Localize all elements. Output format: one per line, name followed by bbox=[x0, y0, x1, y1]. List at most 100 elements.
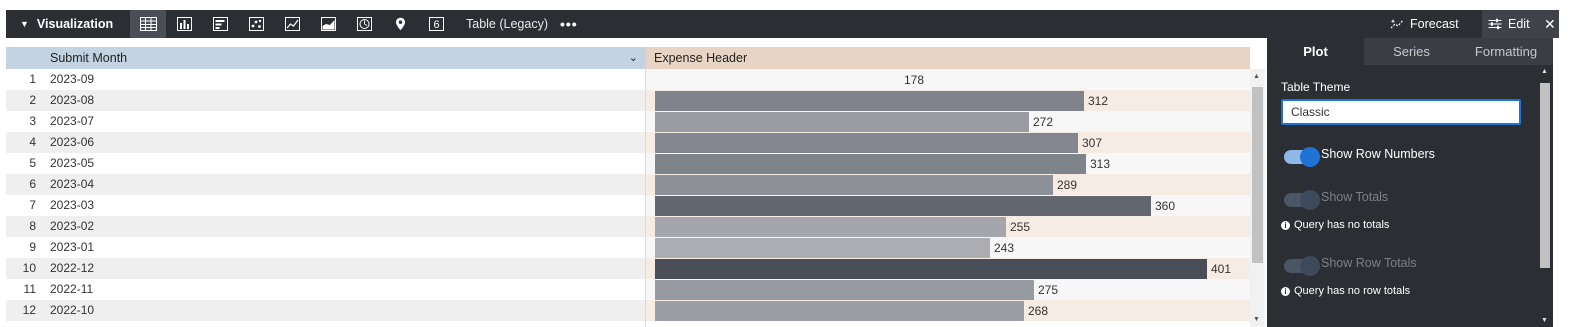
expense-value: 312 bbox=[1088, 94, 1109, 108]
data-bar bbox=[655, 196, 1151, 216]
line-viz-button[interactable] bbox=[274, 10, 310, 38]
info-icon: i bbox=[1281, 286, 1290, 296]
data-bar bbox=[655, 112, 1029, 132]
row-number: 10 bbox=[22, 261, 36, 275]
visualization-title: Visualization bbox=[36, 17, 114, 31]
scroll-up-icon[interactable]: ▲ bbox=[1253, 73, 1260, 80]
show-totals-toggle bbox=[1284, 190, 1320, 210]
row-number: 11 bbox=[23, 282, 36, 296]
data-bar bbox=[655, 70, 900, 90]
scatter-viz-button[interactable] bbox=[238, 10, 274, 38]
panel-scrollbar[interactable]: ▲ ▼ bbox=[1537, 65, 1553, 327]
panel-tabs: Plot Series Formatting bbox=[1267, 38, 1553, 65]
submit-month-cell[interactable]: 2022-12 bbox=[50, 258, 94, 279]
table-row: 6 2023-04 289 bbox=[6, 174, 1250, 195]
column-viz-button[interactable] bbox=[166, 10, 202, 38]
show-totals-label: Show Totals bbox=[1321, 190, 1389, 204]
tab-plot[interactable]: Plot bbox=[1267, 38, 1364, 65]
measure-header[interactable]: Expense Header bbox=[646, 47, 1250, 69]
clock-icon bbox=[356, 17, 372, 31]
toggle-knob bbox=[1300, 190, 1320, 210]
submit-month-cell[interactable]: 2023-04 bbox=[50, 174, 94, 195]
column-divider bbox=[645, 69, 646, 327]
submit-month-cell[interactable]: 2022-10 bbox=[50, 300, 94, 321]
row-number: 12 bbox=[22, 303, 36, 317]
scroll-up-icon[interactable]: ▲ bbox=[1541, 68, 1548, 75]
submit-month-cell[interactable]: 2023-09 bbox=[50, 69, 94, 90]
data-bar bbox=[655, 175, 1053, 195]
row-totals-note: i Query has no row totals bbox=[1281, 285, 1410, 297]
visualization-toolbar: ▼ Visualization 6 Table (Legacy) ••• For… bbox=[6, 10, 1559, 38]
scroll-down-icon[interactable]: ▼ bbox=[1541, 317, 1548, 324]
panel-scrollbar-thumb[interactable] bbox=[1540, 83, 1550, 268]
table-icon bbox=[139, 17, 157, 31]
line-chart-icon bbox=[284, 17, 300, 31]
submit-month-cell[interactable]: 2023-06 bbox=[50, 132, 94, 153]
row-number: 9 bbox=[29, 240, 36, 254]
table-row: 5 2023-05 313 bbox=[6, 153, 1250, 174]
table-row: 10 2022-12 401 bbox=[6, 258, 1250, 279]
forecast-button[interactable]: Forecast bbox=[1390, 10, 1459, 38]
totals-note-text: Query has no totals bbox=[1294, 219, 1390, 231]
more-options-button[interactable]: ••• bbox=[560, 16, 578, 32]
sliders-icon bbox=[1488, 18, 1502, 30]
expense-value: 178 bbox=[904, 73, 925, 87]
dimension-header[interactable]: Submit Month ⌄ bbox=[44, 47, 646, 69]
bar-viz-button[interactable] bbox=[202, 10, 238, 38]
single-value-viz-button[interactable]: 6 bbox=[418, 10, 454, 38]
close-icon[interactable]: ✕ bbox=[1544, 16, 1556, 33]
pie-viz-button[interactable] bbox=[346, 10, 382, 38]
row-number: 5 bbox=[29, 156, 36, 170]
table-viz-button[interactable] bbox=[130, 10, 166, 38]
expense-value: 272 bbox=[1033, 115, 1054, 129]
row-number: 6 bbox=[29, 177, 36, 191]
table-row: 11 2022-11 275 bbox=[6, 279, 1250, 300]
table-row: 9 2023-01 243 bbox=[6, 237, 1250, 258]
submit-month-cell[interactable]: 2023-02 bbox=[50, 216, 94, 237]
submit-month-cell[interactable]: 2023-03 bbox=[50, 195, 94, 216]
forecast-icon bbox=[1390, 19, 1404, 29]
table-theme-select[interactable]: Classic bbox=[1281, 99, 1521, 125]
expense-value: 289 bbox=[1057, 178, 1078, 192]
edit-button[interactable]: Edit ✕ bbox=[1482, 10, 1559, 38]
table-row: 3 2023-07 272 bbox=[6, 111, 1250, 132]
table-scrollbar-thumb[interactable] bbox=[1252, 87, 1263, 263]
area-viz-button[interactable] bbox=[310, 10, 346, 38]
table-theme-label: Table Theme bbox=[1281, 80, 1351, 94]
toggle-knob bbox=[1300, 256, 1320, 276]
caret-down-icon: ▼ bbox=[20, 19, 29, 29]
expense-value: 360 bbox=[1155, 199, 1176, 213]
data-bar bbox=[655, 154, 1086, 174]
forecast-label: Forecast bbox=[1410, 17, 1459, 31]
area-chart-icon bbox=[320, 17, 336, 31]
map-pin-icon bbox=[395, 17, 405, 31]
submit-month-cell[interactable]: 2023-07 bbox=[50, 111, 94, 132]
horizontal-bar-icon bbox=[212, 17, 228, 31]
expense-value: 307 bbox=[1082, 136, 1103, 150]
map-viz-button[interactable] bbox=[382, 10, 418, 38]
chevron-down-icon[interactable]: ⌄ bbox=[629, 47, 638, 69]
data-bar bbox=[655, 280, 1034, 300]
single-value-icon: 6 bbox=[428, 17, 444, 31]
table-scrollbar[interactable]: ▲ ▼ bbox=[1250, 69, 1265, 327]
show-row-numbers-toggle[interactable] bbox=[1284, 147, 1320, 167]
table-row: 8 2023-02 255 bbox=[6, 216, 1250, 237]
tab-series[interactable]: Series bbox=[1364, 38, 1459, 65]
submit-month-cell[interactable]: 2023-01 bbox=[50, 237, 94, 258]
table-row: 2 2023-08 312 bbox=[6, 90, 1250, 111]
visualization-toggle[interactable]: ▼ Visualization bbox=[6, 10, 130, 38]
data-bar bbox=[655, 238, 990, 258]
viz-type-label[interactable]: Table (Legacy) bbox=[466, 17, 548, 31]
data-table: Submit Month ⌄ Expense Header 1 2023-09 17… bbox=[6, 47, 1265, 327]
tab-formatting[interactable]: Formatting bbox=[1459, 38, 1553, 65]
submit-month-cell[interactable]: 2023-08 bbox=[50, 90, 94, 111]
table-row: 12 2022-10 268 bbox=[6, 300, 1250, 321]
table-row: 1 2023-09 178 bbox=[6, 69, 1250, 90]
data-bar bbox=[655, 91, 1084, 111]
submit-month-cell[interactable]: 2023-05 bbox=[50, 153, 94, 174]
submit-month-cell[interactable]: 2022-11 bbox=[50, 279, 93, 300]
scroll-down-icon[interactable]: ▼ bbox=[1253, 316, 1260, 323]
row-number: 4 bbox=[29, 135, 36, 149]
row-number: 2 bbox=[29, 93, 36, 107]
scatter-icon bbox=[248, 17, 264, 31]
